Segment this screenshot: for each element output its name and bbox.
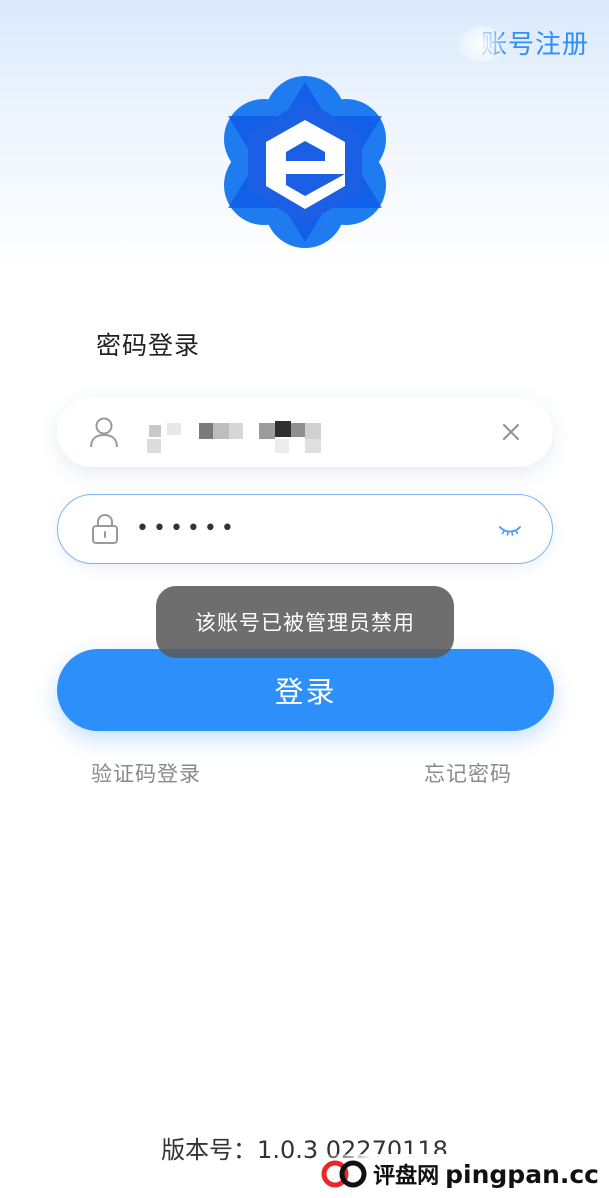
redacted-username-mosaic — [141, 417, 401, 457]
login-button[interactable]: 登录 — [57, 649, 554, 731]
lock-icon — [92, 513, 118, 544]
watermark-logo-icon — [321, 1160, 367, 1188]
login-mode-title: 密码登录 — [96, 331, 201, 360]
clear-icon[interactable] — [499, 420, 523, 444]
forgot-password-link[interactable]: 忘记密码 — [424, 758, 512, 788]
eye-closed-icon[interactable] — [498, 517, 522, 541]
register-link-label: 账号注册 — [480, 30, 589, 60]
sms-login-link[interactable]: 验证码登录 — [91, 758, 201, 788]
watermark-site-name: 评盘网 — [373, 1164, 440, 1189]
password-value: •••••• — [136, 516, 238, 541]
app-logo — [224, 76, 386, 248]
user-icon — [90, 417, 118, 448]
username-field[interactable] — [57, 397, 553, 467]
watermark-site-url: pingpan.cc — [445, 1159, 599, 1189]
password-field[interactable]: •••••• — [57, 494, 553, 564]
register-link[interactable]: 账号注册 — [458, 24, 589, 62]
toast-message: 该账号已被管理员禁用 — [156, 586, 454, 658]
watermark: 评盘网 pingpan.cc — [321, 1156, 599, 1192]
